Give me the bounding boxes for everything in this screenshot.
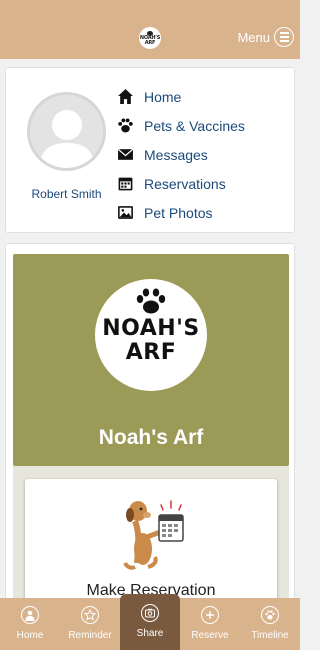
- plus-icon: [201, 606, 219, 624]
- tab-reserve[interactable]: Reserve: [180, 598, 240, 650]
- menu-label: Menu: [237, 29, 270, 45]
- tab-timeline[interactable]: Timeline: [240, 598, 300, 650]
- tab-label: Home: [16, 630, 44, 641]
- bottom-tab-bar: Home Reminder Share Reserve Timeline: [0, 594, 300, 650]
- tab-label: Reminder: [68, 630, 112, 641]
- person-silhouette-icon: [38, 110, 96, 168]
- nav-label: Pet Photos: [144, 204, 213, 221]
- logo-text: NOAH'S ARF: [139, 34, 161, 46]
- app-logo[interactable]: NOAH'S ARF: [139, 27, 161, 49]
- nav-item-home[interactable]: Home: [116, 82, 245, 111]
- home-icon: [116, 88, 134, 106]
- star-icon: [81, 606, 99, 624]
- dog-calendar-icon: [123, 500, 184, 570]
- make-reservation-card[interactable]: Make Reservation: [25, 479, 277, 602]
- logo-line: NOAH'S: [102, 316, 200, 341]
- avatar-icon: [21, 606, 39, 624]
- nav-item-reservations[interactable]: Reservations: [116, 169, 245, 198]
- logo-line: ARF: [125, 340, 177, 365]
- hero-logo: NOAH'S ARF: [95, 279, 207, 391]
- photo-icon: [116, 204, 134, 222]
- envelope-icon: [116, 146, 134, 164]
- nav-label: Reservations: [144, 175, 226, 192]
- calendar-icon: [116, 175, 134, 193]
- main-card: NOAH'S ARF Noah's Arf Make Reservation: [5, 243, 295, 603]
- tab-reminder[interactable]: Reminder: [60, 598, 120, 650]
- paw-icon: [116, 117, 134, 135]
- tab-home[interactable]: Home: [0, 598, 60, 650]
- hamburger-icon: [274, 27, 294, 47]
- tab-label: Share: [136, 628, 164, 639]
- nav-label: Home: [144, 88, 182, 105]
- nav-label: Messages: [144, 146, 208, 163]
- hero-logo-text: NOAH'S ARF: [95, 317, 207, 365]
- profile-name: Robert Smith: [31, 187, 102, 201]
- hero-title: Noah's Arf: [98, 426, 204, 449]
- nav-item-pet-photos[interactable]: Pet Photos: [116, 198, 245, 227]
- profile-card: Robert Smith Home Pets & Vaccines Messag…: [5, 67, 295, 233]
- nav-item-messages[interactable]: Messages: [116, 140, 245, 169]
- hero-banner: NOAH'S ARF Noah's Arf: [13, 254, 289, 466]
- nav-label: Pets & Vaccines: [144, 117, 245, 134]
- menu-button[interactable]: Menu: [237, 25, 294, 49]
- tab-share[interactable]: Share: [120, 594, 180, 650]
- paw-icon: [136, 288, 166, 314]
- avatar[interactable]: [27, 92, 106, 171]
- tab-label: Reserve: [191, 630, 229, 641]
- camera-icon: [141, 604, 159, 622]
- nav-item-pets[interactable]: Pets & Vaccines: [116, 111, 245, 140]
- top-bar: NOAH'S ARF Menu: [0, 0, 300, 59]
- tab-label: Timeline: [251, 630, 289, 641]
- paw-icon: [261, 606, 279, 624]
- profile-nav: Home Pets & Vaccines Messages Reservatio…: [116, 82, 245, 227]
